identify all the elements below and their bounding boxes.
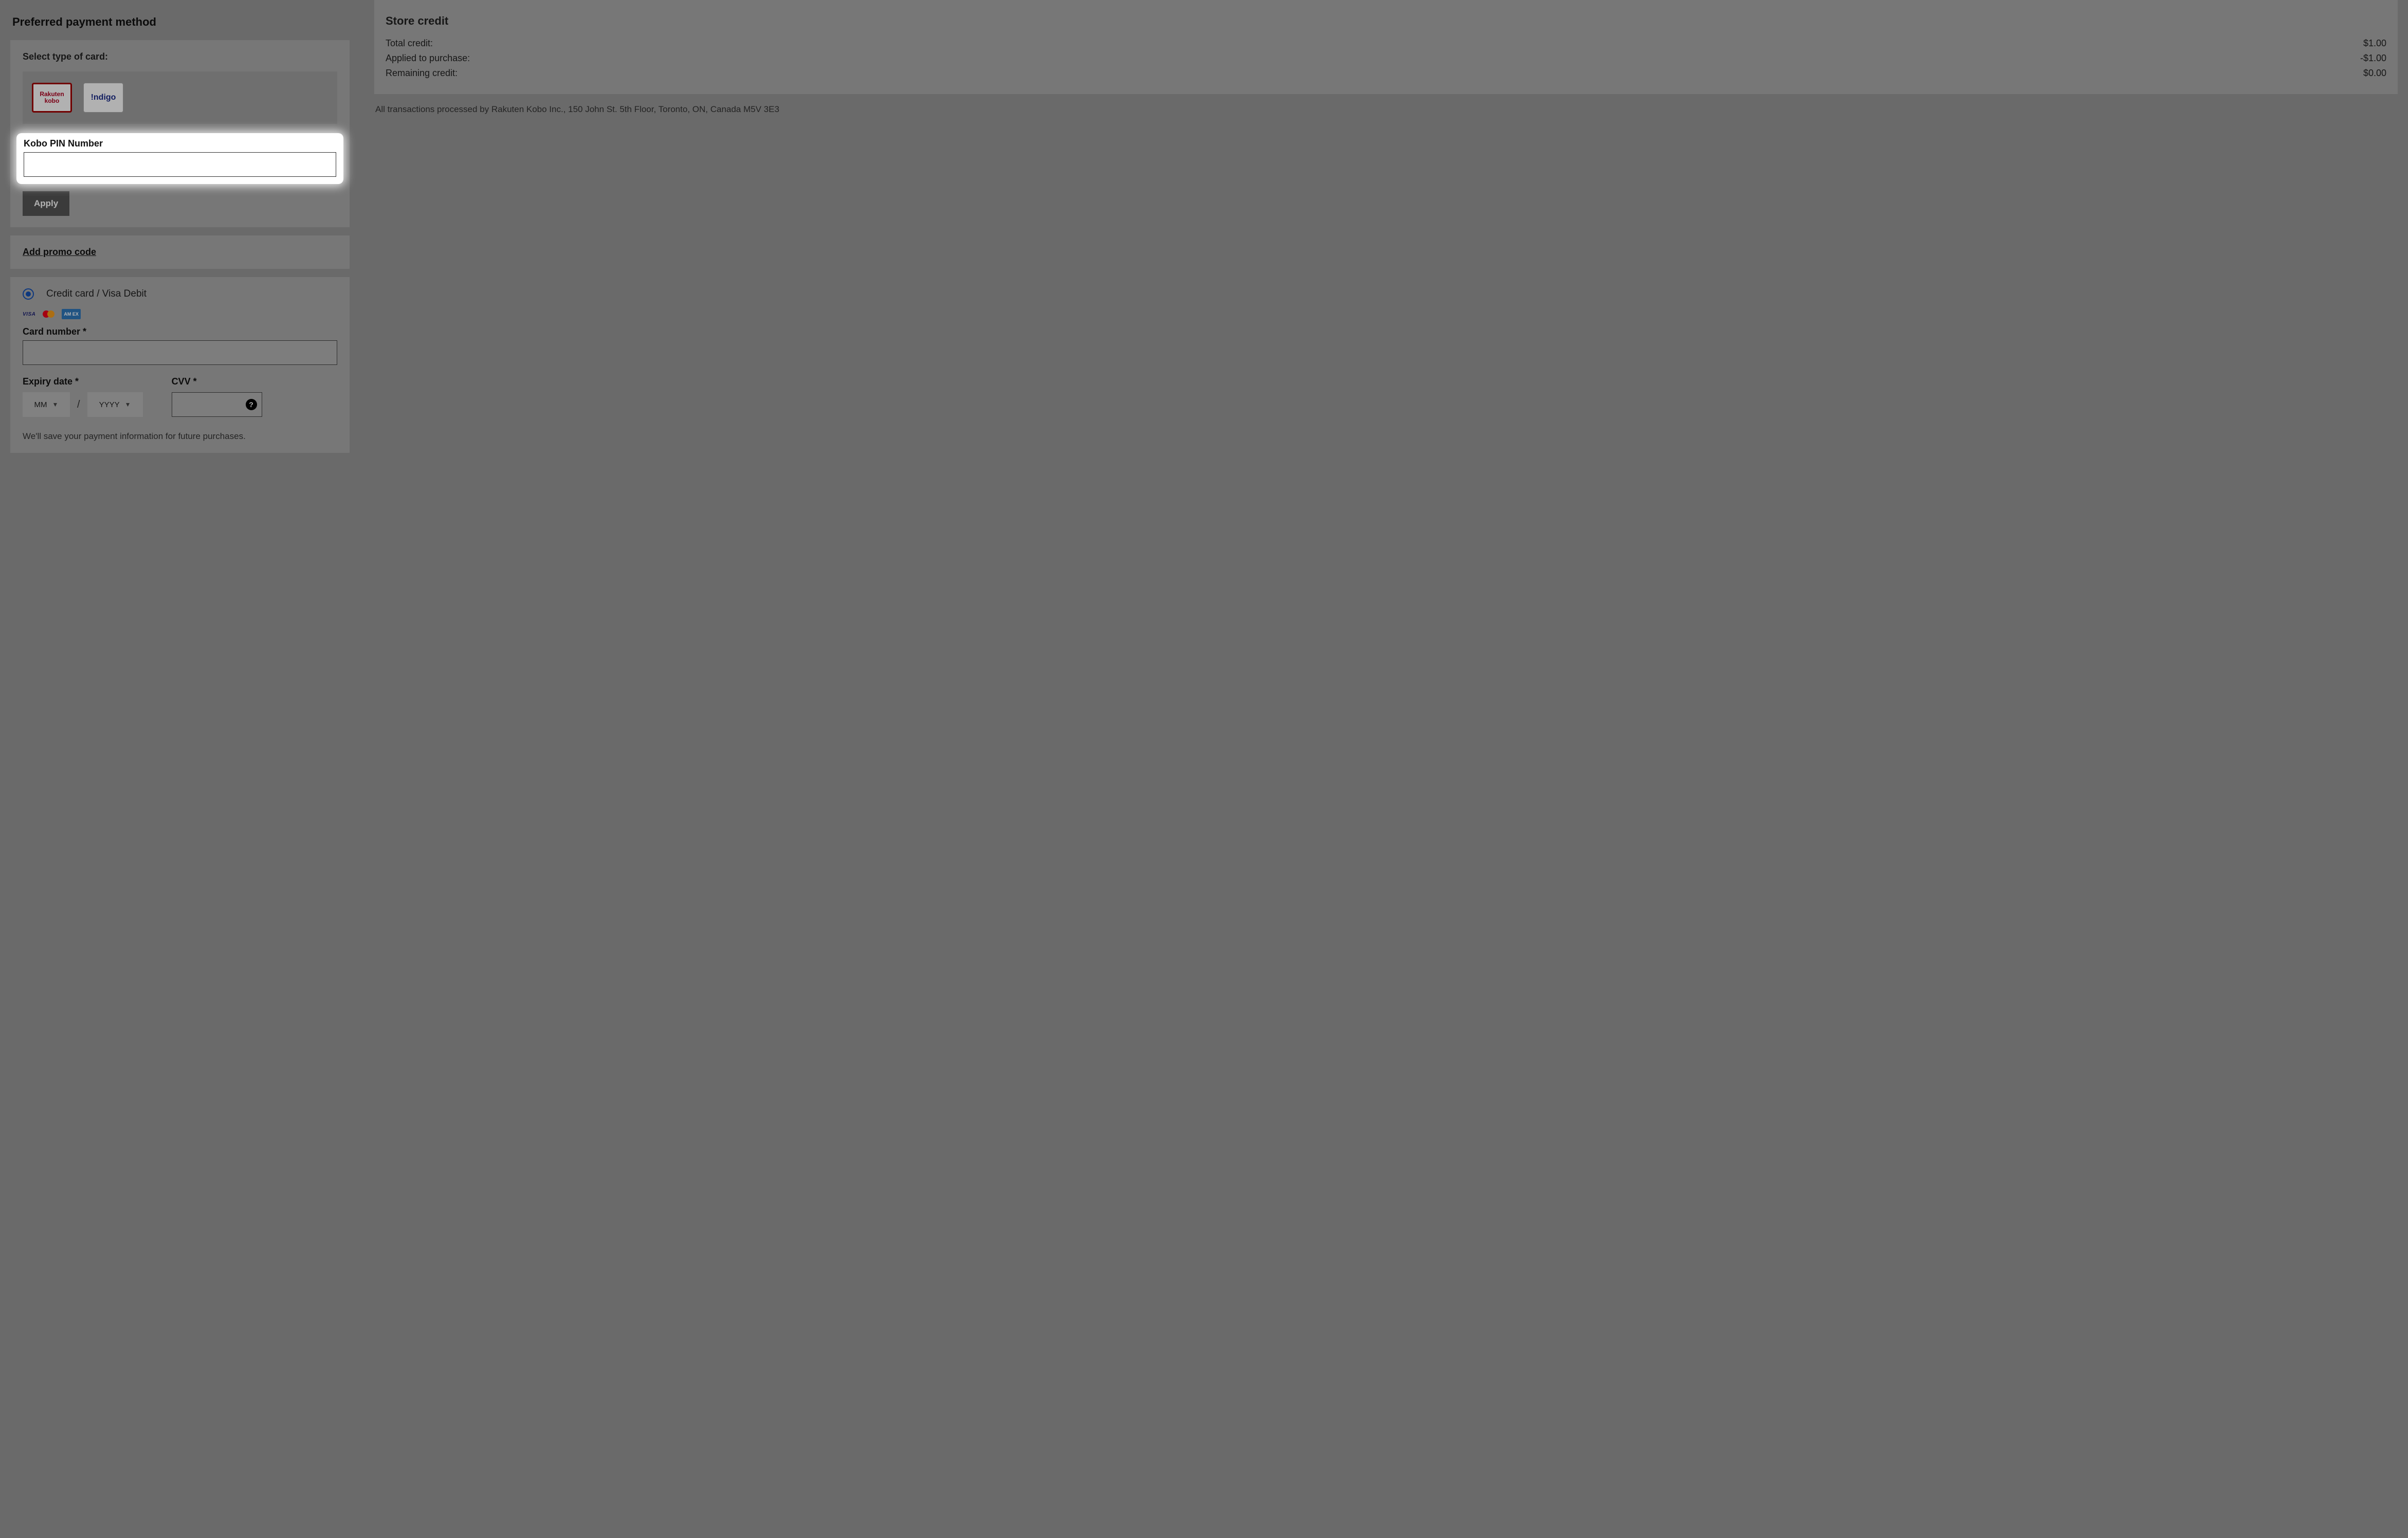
cvv-help-icon[interactable]: ?: [246, 399, 257, 410]
amex-icon: AM EX: [62, 309, 81, 319]
expiry-year-select[interactable]: YYYY ▼: [87, 392, 143, 417]
expiry-month-value: MM: [34, 400, 47, 409]
gift-card-panel: Select type of card: Rakuten kobo !ndigo…: [10, 40, 350, 227]
indigo-logo-icon: !ndigo: [91, 93, 116, 102]
card-type-row: Rakuten kobo !ndigo: [23, 71, 337, 124]
credit-card-radio[interactable]: [23, 288, 34, 300]
add-promo-code-link[interactable]: Add promo code: [23, 247, 96, 257]
kobo-logo-icon: Rakuten kobo: [40, 91, 64, 104]
pin-input[interactable]: [24, 152, 336, 177]
credit-row-label: Remaining credit:: [386, 68, 458, 79]
credit-row-value: -$1.00: [2360, 53, 2386, 64]
select-card-label: Select type of card:: [23, 51, 337, 62]
mastercard-icon: [43, 309, 54, 319]
credit-row-label: Applied to purchase:: [386, 53, 470, 64]
credit-card-panel: Credit card / Visa Debit VISA AM EX Card…: [10, 277, 350, 453]
card-brand-logos: VISA AM EX: [23, 309, 337, 319]
credit-card-radio-label: Credit card / Visa Debit: [46, 288, 147, 300]
preferred-payment-title: Preferred payment method: [12, 15, 350, 29]
card-tile-kobo[interactable]: Rakuten kobo: [32, 83, 72, 113]
expiry-separator: /: [77, 399, 80, 411]
transaction-disclaimer: All transactions processed by Rakuten Ko…: [374, 103, 2398, 116]
save-payment-note: We'll save your payment information for …: [23, 431, 337, 442]
chevron-down-icon: ▼: [125, 401, 131, 408]
expiry-label: Expiry date *: [23, 376, 143, 387]
credit-row-applied: Applied to purchase: -$1.00: [386, 53, 2386, 64]
card-number-input[interactable]: [23, 340, 337, 365]
card-number-label: Card number *: [23, 326, 337, 337]
credit-row-total: Total credit: $1.00: [386, 38, 2386, 49]
credit-row-remaining: Remaining credit: $0.00: [386, 68, 2386, 79]
expiry-year-value: YYYY: [99, 400, 120, 409]
credit-row-label: Total credit:: [386, 38, 433, 49]
card-tile-indigo[interactable]: !ndigo: [83, 83, 123, 113]
radio-selected-icon: [26, 291, 31, 297]
credit-row-value: $0.00: [2363, 68, 2386, 79]
visa-icon: VISA: [23, 309, 35, 319]
pin-label: Kobo PIN Number: [24, 138, 336, 149]
promo-panel: Add promo code: [10, 235, 350, 269]
pin-highlight-block: Kobo PIN Number: [16, 133, 343, 184]
store-credit-title: Store credit: [386, 14, 2386, 28]
expiry-month-select[interactable]: MM ▼: [23, 392, 70, 417]
cvv-label: CVV *: [172, 376, 262, 387]
chevron-down-icon: ▼: [52, 401, 59, 408]
store-credit-panel: Store credit Total credit: $1.00 Applied…: [374, 0, 2398, 94]
credit-row-value: $1.00: [2363, 38, 2386, 49]
apply-button[interactable]: Apply: [23, 191, 69, 216]
